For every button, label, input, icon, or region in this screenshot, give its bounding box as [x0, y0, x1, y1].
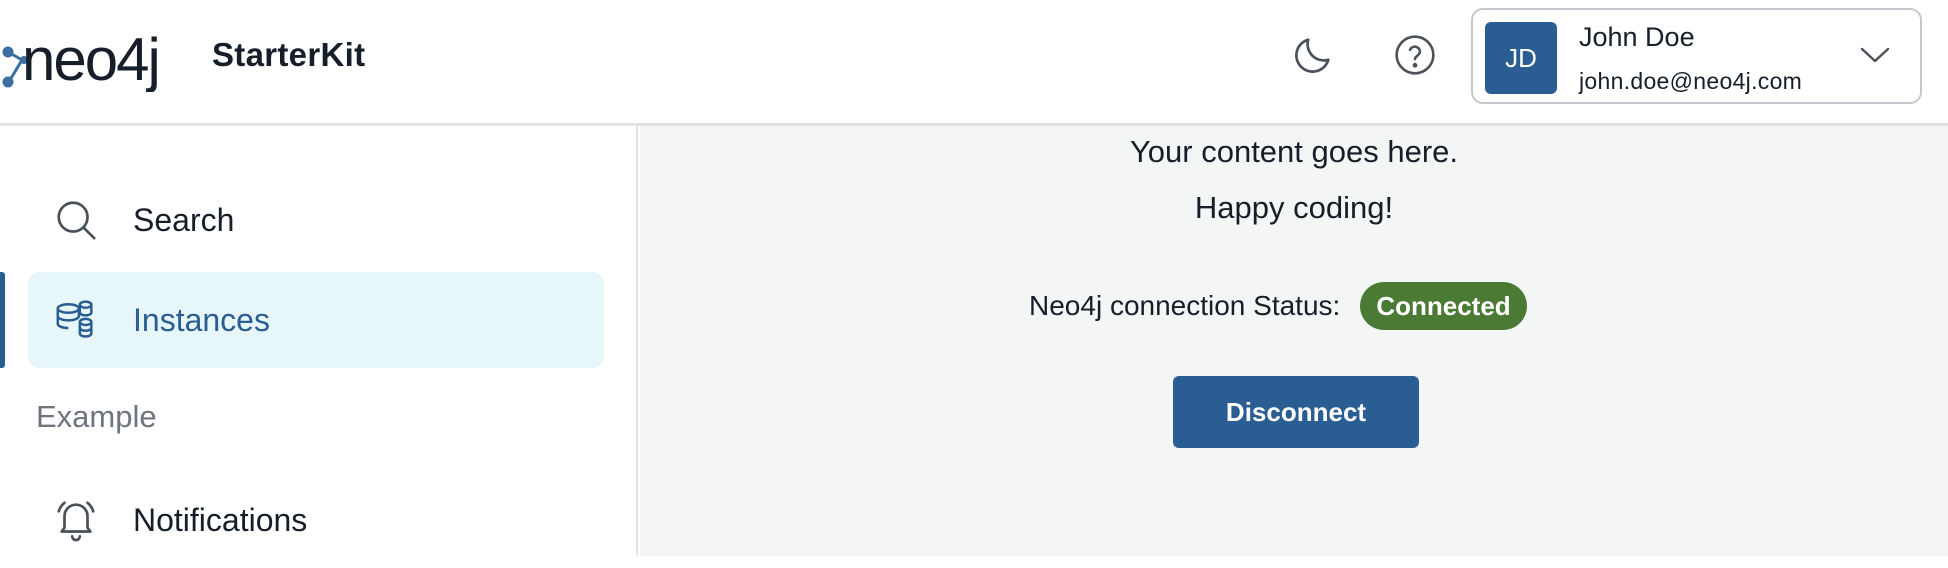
database-instances-icon [52, 296, 100, 344]
question-circle-icon [1395, 35, 1435, 75]
avatar: JD [1485, 22, 1557, 94]
status-badge: Connected [1360, 282, 1527, 330]
neo4j-logo[interactable]: neo4j [0, 20, 200, 93]
moon-icon [1295, 38, 1330, 73]
sidebar-item-label: Notifications [133, 501, 308, 538]
theme-toggle-button[interactable] [1288, 30, 1338, 80]
help-button[interactable] [1390, 30, 1440, 80]
app-header: neo4j StarterKit JD John Doe john.doe@ne… [0, 0, 1948, 126]
user-name: John Doe [1579, 22, 1695, 52]
main-content: Your content goes here. Happy coding! Ne… [640, 126, 1948, 556]
disconnect-button[interactable]: Disconnect [1173, 376, 1419, 448]
user-email: john.doe@neo4j.com [1579, 68, 1803, 94]
sidebar-item-instances[interactable]: Instances [28, 272, 604, 368]
chevron-down-icon [1857, 40, 1893, 70]
status-label: Neo4j connection Status: [1029, 290, 1341, 321]
sidebar-section-label: Example [36, 399, 157, 434]
connection-status: Neo4j connection Status: Connected [1029, 280, 1527, 332]
sidebar: Search Instances Example Notifications [0, 126, 638, 556]
content-subtext: Happy coding! [1194, 190, 1394, 225]
brand-title: StarterKit [212, 36, 366, 73]
logo-wordmark: neo4j [22, 26, 159, 92]
user-menu-button[interactable]: JD John Doe john.doe@neo4j.com [1471, 8, 1922, 104]
bell-icon [52, 496, 100, 544]
search-icon [52, 196, 100, 244]
content-text: Your content goes here. [1129, 134, 1459, 169]
sidebar-item-label: Instances [133, 301, 270, 338]
sidebar-item-notifications[interactable]: Notifications [28, 472, 604, 568]
sidebar-item-search[interactable]: Search [28, 172, 604, 268]
active-indicator [0, 272, 5, 368]
sidebar-item-label: Search [133, 201, 235, 238]
